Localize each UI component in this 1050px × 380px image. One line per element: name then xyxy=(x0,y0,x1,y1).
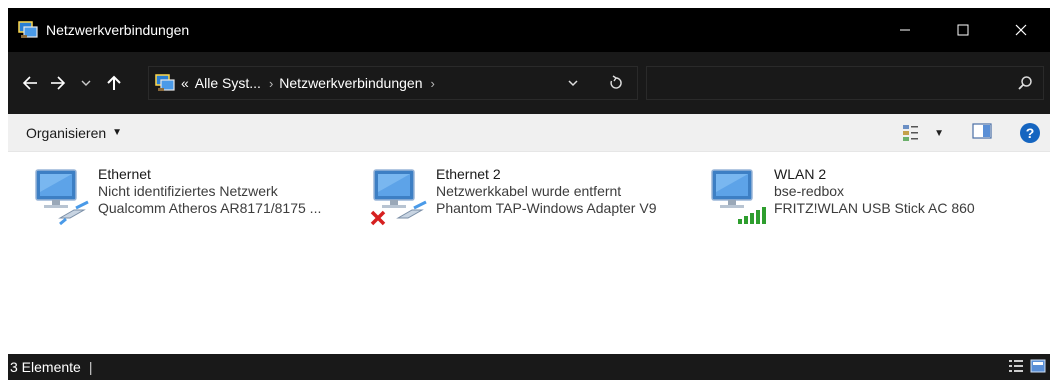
connection-status: bse-redbox xyxy=(774,183,845,199)
caret-down-icon: ▼ xyxy=(934,127,944,139)
list-item-wlan-2[interactable]: WLAN 2 bse-redbox FRITZ!WLAN USB Stick A… xyxy=(706,160,1026,230)
breadcrumb-separator-icon[interactable]: › xyxy=(269,76,273,91)
network-connections-icon xyxy=(18,21,38,38)
ethernet-connection-icon xyxy=(35,169,89,226)
breadcrumb-overflow[interactable]: « xyxy=(181,75,189,91)
change-view-button[interactable]: ▼ xyxy=(902,124,944,142)
address-field[interactable]: « Alle Syst... › Netzwerkverbindungen › xyxy=(148,66,638,100)
up-button[interactable] xyxy=(100,65,128,101)
network-connections-icon xyxy=(155,74,175,91)
refresh-icon xyxy=(610,75,622,89)
connection-adapter: FRITZ!WLAN USB Stick AC 860 xyxy=(774,200,975,216)
connection-name: Ethernet xyxy=(98,166,151,182)
arrow-left-icon xyxy=(22,76,37,90)
list-item-ethernet[interactable]: Ethernet Nicht identifiziertes Netzwerk … xyxy=(30,160,350,230)
explorer-window: Netzwerkverbindungen « Alle Syst... › Ne… xyxy=(8,8,1050,380)
address-bar: « Alle Syst... › Netzwerkverbindungen › xyxy=(8,52,1050,114)
list-item-ethernet-2[interactable]: Ethernet 2 Netzwerkkabel wurde entfernt … xyxy=(368,160,688,230)
connection-details: WLAN 2 bse-redbox FRITZ!WLAN USB Stick A… xyxy=(774,166,975,217)
arrow-up-icon xyxy=(107,75,121,90)
maximize-button[interactable] xyxy=(934,8,992,52)
details-view-button[interactable] xyxy=(1008,359,1024,376)
window-controls xyxy=(876,8,1050,52)
search-icon xyxy=(1018,76,1032,90)
connection-status: Nicht identifiziertes Netzwerk xyxy=(98,183,278,199)
help-icon[interactable]: ? xyxy=(1020,123,1040,143)
forward-button[interactable] xyxy=(44,65,72,101)
back-button[interactable] xyxy=(16,65,44,101)
details-view-icon xyxy=(1009,360,1023,372)
organize-menu-button[interactable]: Organisieren ▼ xyxy=(26,125,122,141)
wlan-connection-icon xyxy=(711,169,766,224)
command-bar-right: ▼ ? xyxy=(902,114,1050,152)
minimize-button[interactable] xyxy=(876,8,934,52)
ethernet-disconnected-icon xyxy=(370,169,427,226)
connection-name: WLAN 2 xyxy=(774,166,827,182)
connection-adapter: Phantom TAP-Windows Adapter V9 xyxy=(436,200,657,216)
connection-status: Netzwerkkabel wurde entfernt xyxy=(436,183,622,199)
preview-pane-button[interactable] xyxy=(972,122,992,144)
connection-adapter: Qualcomm Atheros AR8171/8175 ... xyxy=(98,200,322,216)
title-bar: Netzwerkverbindungen xyxy=(8,8,1050,52)
minimize-icon xyxy=(900,29,910,31)
connection-details: Ethernet 2 Netzwerkkabel wurde entfernt … xyxy=(436,166,656,217)
refresh-button[interactable] xyxy=(609,75,623,96)
close-button[interactable] xyxy=(992,8,1050,52)
breadcrumb-network-connections[interactable]: Netzwerkverbindungen xyxy=(279,75,422,91)
status-bar: 3 Elemente | xyxy=(8,354,1050,380)
connections-list: Ethernet Nicht identifiziertes Netzwerk … xyxy=(8,152,1050,354)
item-count: 3 Elemente xyxy=(10,359,81,375)
caret-down-icon: ▼ xyxy=(112,127,123,138)
breadcrumb-separator-icon[interactable]: › xyxy=(430,76,434,91)
address-history-button[interactable] xyxy=(567,76,579,94)
large-icons-view-icon xyxy=(1030,359,1046,373)
breadcrumb-control-panel[interactable]: Alle Syst... xyxy=(195,75,261,91)
connection-details: Ethernet Nicht identifiziertes Netzwerk … xyxy=(98,166,321,217)
organize-label: Organisieren xyxy=(26,124,107,141)
chevron-down-icon xyxy=(81,80,91,86)
maximize-icon xyxy=(957,24,969,36)
view-options-icon xyxy=(903,125,919,141)
preview-pane-icon xyxy=(972,122,992,139)
window-title: Netzwerkverbindungen xyxy=(46,22,190,38)
command-bar: Organisieren ▼ ▼ ? xyxy=(8,114,1050,152)
chevron-down-icon xyxy=(568,80,578,87)
close-icon xyxy=(1015,24,1027,36)
recent-locations-button[interactable] xyxy=(72,65,100,101)
arrow-right-icon xyxy=(51,76,66,90)
large-icons-view-button[interactable] xyxy=(1030,359,1046,376)
search-input[interactable] xyxy=(646,66,1044,100)
status-view-buttons xyxy=(1002,359,1046,376)
status-separator: | xyxy=(88,359,93,375)
connection-name: Ethernet 2 xyxy=(436,166,501,182)
